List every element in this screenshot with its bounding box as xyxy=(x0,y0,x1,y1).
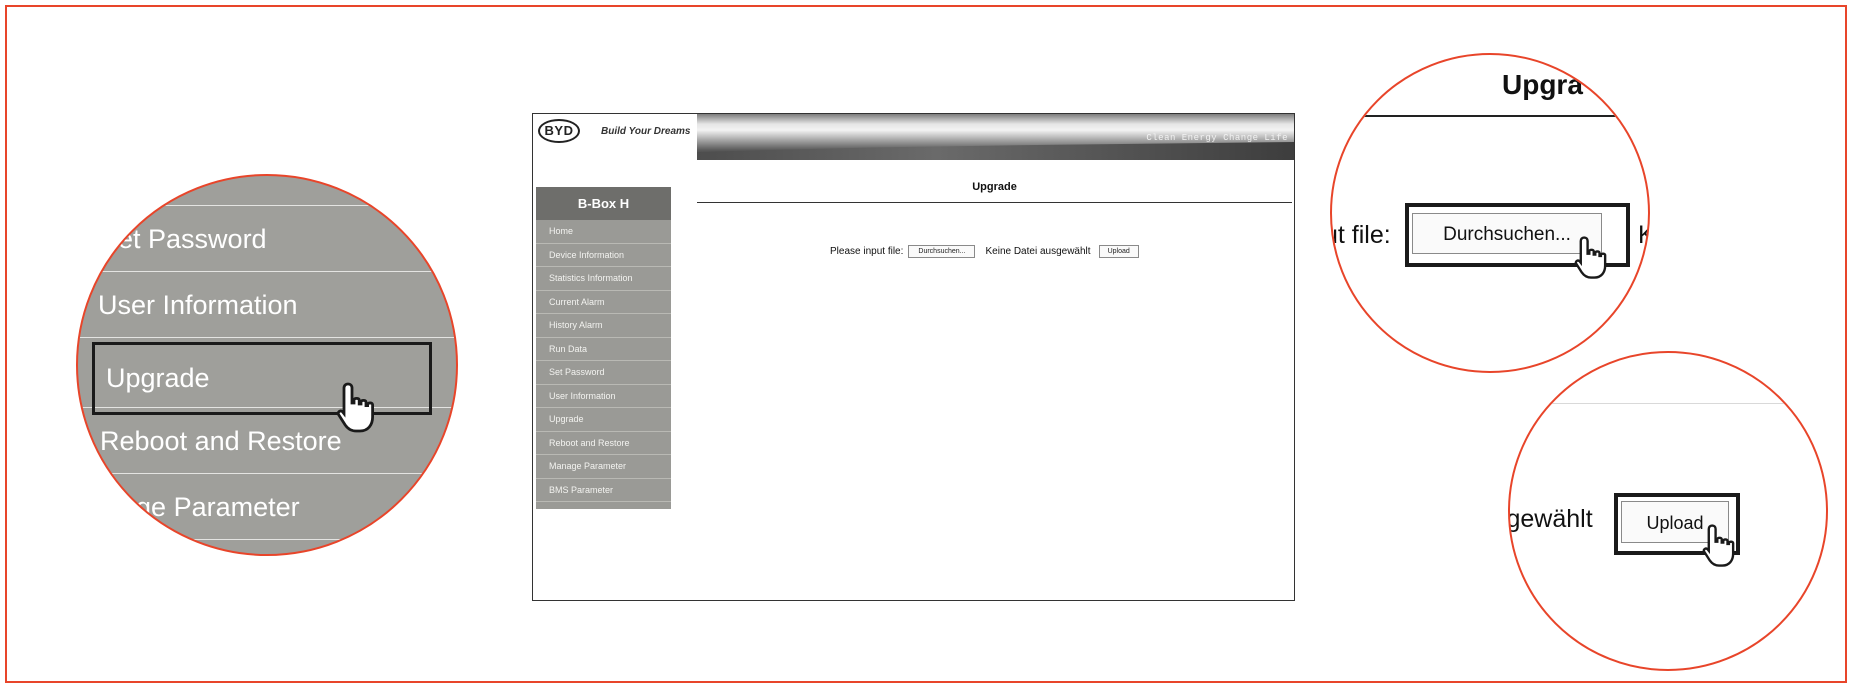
sidebar-item-history-alarm[interactable]: History Alarm xyxy=(536,314,671,338)
hand-pointer-icon xyxy=(1574,236,1607,279)
zoom-circle-upload: sgewählt Upload xyxy=(1508,351,1828,671)
sidebar-item-set-password[interactable]: Set Password xyxy=(536,361,671,385)
zoom-menu-item-manage-parameter[interactable]: nage Parameter xyxy=(78,474,456,540)
zoom-circle-menu: Set Password User Information Upgrade Re… xyxy=(76,174,458,556)
zoom-menu-item-reboot-and-restore[interactable]: Reboot and Restore xyxy=(78,408,456,474)
upload-form: Please input file: Durchsuchen... Keine … xyxy=(830,245,1139,258)
input-file-label: Please input file: xyxy=(830,246,904,257)
sidebar-item-home[interactable]: Home xyxy=(536,220,671,244)
browse-button[interactable]: Durchsuchen... xyxy=(908,245,976,258)
banner-tagline: Clean Energy Change Life xyxy=(1146,133,1288,143)
page-title: Upgrade xyxy=(972,181,1017,193)
sidebar-item-reboot-and-restore[interactable]: Reboot and Restore xyxy=(536,432,671,455)
sidebar-item-device-information[interactable]: Device Information xyxy=(536,244,671,267)
zoom-menu-item-set-password[interactable]: Set Password xyxy=(78,206,456,272)
hand-pointer-icon xyxy=(336,382,374,433)
zoom-menu-label: User Information xyxy=(98,290,298,320)
zoom-circle-browse: Upgra ut file: Durchsuchen... K xyxy=(1330,53,1650,373)
sidebar-item-upgrade[interactable]: Upgrade xyxy=(536,408,671,432)
sidebar-item-user-information[interactable]: User Information xyxy=(536,385,671,408)
no-file-selected-text: Keine Datei ausgewählt xyxy=(985,246,1091,257)
sidebar-title: B-Box H xyxy=(536,187,671,220)
zoom-title-divider xyxy=(1332,115,1648,117)
zoom-input-label-fragment: ut file: xyxy=(1330,221,1391,249)
zoom-divider xyxy=(1510,403,1826,404)
zoom-menu-label: Reboot and Restore xyxy=(100,426,342,456)
sidebar-item-current-alarm[interactable]: Current Alarm xyxy=(536,291,671,314)
zoom-menu-item-user-information[interactable]: User Information xyxy=(78,272,456,338)
hand-pointer-icon xyxy=(1702,524,1735,567)
sidebar-item-bms-parameter[interactable]: BMS Parameter xyxy=(536,479,671,502)
zoom-no-file-fragment: sgewählt xyxy=(1510,505,1593,533)
zoom-menu-label: Set Password xyxy=(100,224,267,254)
byd-logo: BYD xyxy=(538,119,580,143)
sidebar: B-Box H Home Device Information Statisti… xyxy=(536,187,671,509)
slogan: Build Your Dreams xyxy=(601,126,691,137)
zoom-menu-row-top xyxy=(78,176,456,206)
sidebar-item-manage-parameter[interactable]: Manage Parameter xyxy=(536,455,671,479)
zoom-menu-label: nage Parameter xyxy=(106,492,300,522)
webui-screenshot: BYD Build Your Dreams Clean Energy Chang… xyxy=(532,113,1295,601)
highlight-box xyxy=(92,342,432,415)
banner-landscape xyxy=(697,142,1294,160)
header-banner: Clean Energy Change Life xyxy=(697,114,1294,160)
zoom-title-fragment: Upgra xyxy=(1502,69,1583,100)
upload-button[interactable]: Upload xyxy=(1098,245,1139,258)
sidebar-item-statistics-information[interactable]: Statistics Information xyxy=(536,267,671,291)
sidebar-item-run-data[interactable]: Run Data xyxy=(536,338,671,361)
header: BYD Build Your Dreams Clean Energy Chang… xyxy=(533,114,1294,160)
title-divider xyxy=(697,202,1292,203)
